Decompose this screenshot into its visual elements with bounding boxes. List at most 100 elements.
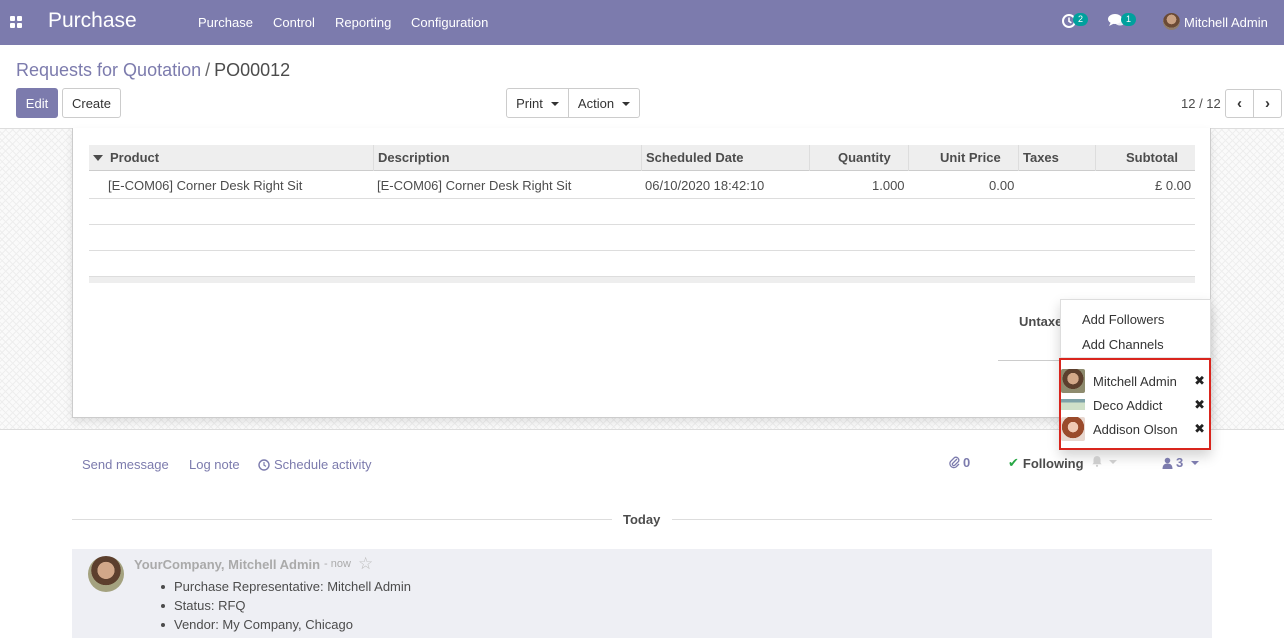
column-divider (1018, 145, 1019, 171)
cell-product[interactable]: [E-COM06] Corner Desk Right Sit (108, 178, 302, 193)
follow-options-button[interactable] (1091, 455, 1117, 467)
chevron-left-icon: ‹ (1237, 95, 1242, 112)
action-dropdown-button[interactable]: Action (568, 88, 640, 118)
pager-next-button[interactable]: › (1253, 89, 1282, 118)
untaxed-amount-label: Untaxe (1019, 314, 1063, 329)
check-icon: ✔ (1008, 455, 1019, 470)
cell-description[interactable]: [E-COM06] Corner Desk Right Sit (377, 178, 571, 193)
user-avatar[interactable] (1163, 13, 1180, 30)
close-icon[interactable]: ✖ (1194, 373, 1205, 389)
column-divider (809, 145, 810, 171)
bell-icon (1092, 456, 1102, 467)
followers-button[interactable]: 3 (1162, 455, 1200, 470)
tracking-value: Vendor: My Company, Chicago (174, 617, 353, 632)
pager-value[interactable]: 12 / 12 (1181, 96, 1221, 111)
add-channels-item[interactable]: Add Channels (1082, 337, 1164, 352)
column-unit-price[interactable]: Unit Price (940, 150, 1001, 165)
caret-down-icon (1109, 459, 1117, 464)
bullet (161, 623, 165, 627)
breadcrumb-current: PO00012 (214, 60, 291, 80)
column-subtotal[interactable]: Subtotal (1126, 150, 1178, 165)
menu-configuration[interactable]: Configuration (411, 15, 488, 30)
order-lines-footer (89, 276, 1195, 283)
message-author[interactable]: YourCompany, Mitchell Admin (134, 557, 320, 572)
menu-reporting[interactable]: Reporting (335, 15, 391, 30)
message-count-badge: 1 (1121, 13, 1137, 26)
breadcrumb-separator: / (205, 60, 211, 80)
cell-quantity[interactable]: 1.000 (872, 178, 905, 193)
tracking-value: Status: RFQ (174, 598, 246, 613)
bullet (161, 604, 165, 608)
sort-caret-icon[interactable] (93, 155, 103, 161)
clock-icon (258, 458, 270, 471)
schedule-activity-button[interactable]: Schedule activity (258, 457, 372, 472)
date-divider-line (72, 519, 612, 520)
column-description[interactable]: Description (378, 150, 450, 165)
order-lines-header: Product Description Scheduled Date Quant… (89, 145, 1195, 171)
send-message-button[interactable]: Send message (82, 457, 169, 472)
author-avatar[interactable] (88, 556, 124, 592)
column-divider (641, 145, 642, 171)
followers-count: 3 (1176, 455, 1184, 470)
user-icon (1162, 457, 1173, 469)
column-divider (908, 145, 909, 171)
date-divider-line (672, 519, 1212, 520)
tracking-value: Purchase Representative: Mitchell Admin (174, 579, 412, 594)
edit-button-label: Edit (25, 95, 49, 111)
bullet (161, 585, 165, 589)
attachments-button[interactable]: 0 (949, 455, 970, 470)
column-scheduled-date[interactable]: Scheduled Date (646, 150, 744, 165)
close-icon[interactable]: ✖ (1194, 421, 1205, 437)
menu-purchase[interactable]: Purchase (198, 15, 253, 30)
form-sheet (72, 128, 1211, 418)
message-time: - now (324, 558, 351, 570)
edit-button[interactable]: Edit (16, 88, 58, 118)
cell-subtotal[interactable]: £ 0.00 (1155, 178, 1191, 193)
follower-avatar (1061, 393, 1085, 417)
column-divider (1095, 145, 1096, 171)
app-name[interactable]: Purchase (48, 9, 137, 33)
add-followers-item[interactable]: Add Followers (1082, 312, 1164, 327)
print-dropdown-button[interactable]: Print (506, 88, 569, 118)
follower-avatar (1061, 369, 1085, 393)
column-product[interactable]: Product (110, 150, 159, 165)
activity-count-badge: 2 (1073, 13, 1089, 26)
pager-previous-button[interactable]: ‹ (1225, 89, 1254, 118)
menu-control[interactable]: Control (273, 15, 315, 30)
follower-name[interactable]: Mitchell Admin (1093, 374, 1177, 389)
cell-unit-price[interactable]: 0.00 (989, 178, 1014, 193)
follower-item[interactable]: Mitchell Admin ✖ (1061, 369, 1207, 393)
following-label: Following (1022, 455, 1084, 471)
follower-item[interactable]: Deco Addict ✖ (1061, 393, 1207, 417)
follower-name[interactable]: Deco Addict (1093, 398, 1162, 413)
row-divider (89, 224, 1195, 225)
chevron-right-icon: › (1265, 95, 1270, 112)
follower-item[interactable]: Addison Olson ✖ (1061, 417, 1207, 441)
following-button[interactable]: ✔ Following (1008, 455, 1084, 471)
breadcrumb-parent[interactable]: Requests for Quotation (16, 60, 201, 80)
log-note-button[interactable]: Log note (189, 457, 240, 472)
attachments-count: 0 (963, 455, 971, 470)
top-navbar: Purchase Purchase Control Reporting Conf… (0, 0, 1284, 45)
action-button-label: Action (577, 95, 615, 111)
close-icon[interactable]: ✖ (1194, 397, 1205, 413)
column-taxes[interactable]: Taxes (1023, 150, 1059, 165)
paperclip-icon (949, 456, 960, 469)
apps-menu-icon[interactable] (10, 16, 23, 29)
follower-name[interactable]: Addison Olson (1093, 422, 1178, 437)
user-menu[interactable]: Mitchell Admin (1184, 15, 1268, 30)
caret-down-icon (550, 101, 559, 106)
cell-scheduled-date[interactable]: 06/10/2020 18:42:10 (645, 178, 764, 193)
follower-avatar (1061, 417, 1085, 441)
create-button[interactable]: Create (62, 88, 121, 118)
caret-down-icon (622, 101, 631, 106)
create-button-label: Create (71, 95, 112, 111)
star-icon[interactable]: ☆ (358, 554, 373, 574)
column-quantity[interactable]: Quantity (838, 150, 891, 165)
row-divider (89, 250, 1195, 251)
print-button-label: Print (516, 95, 543, 111)
date-separator: Today (623, 512, 661, 527)
totals-divider (998, 360, 1063, 361)
breadcrumb: Requests for Quotation / PO00012 (16, 60, 290, 81)
row-divider (89, 198, 1195, 199)
